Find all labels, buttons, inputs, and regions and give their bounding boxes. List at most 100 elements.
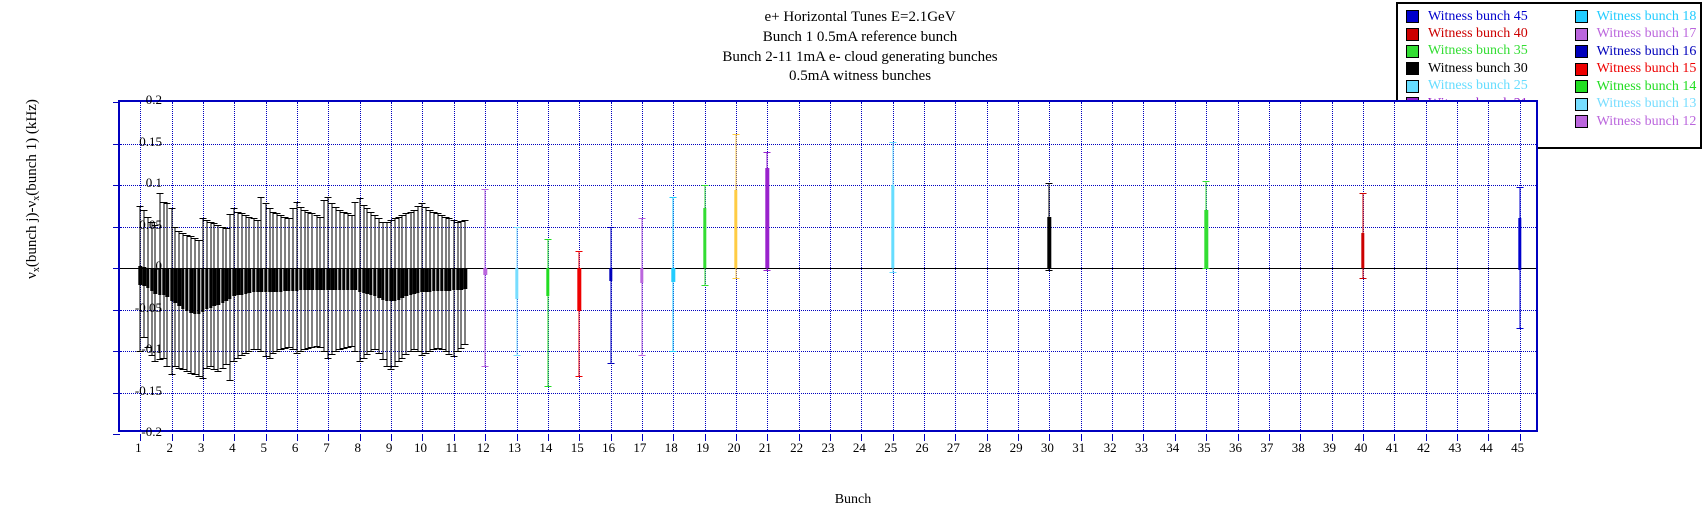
error-bar-cap-top [136,205,144,207]
y-axis-tick-label: -0.05 [134,299,162,315]
error-bar-cap-top [1202,180,1210,182]
error-bar-cap-top [638,218,646,220]
error-bar-whisker [547,238,549,386]
error-bar-cap-bottom [151,360,159,362]
gridline-vertical [1237,102,1239,430]
error-bar-box [1047,216,1052,268]
x-axis-tick-label: 31 [1072,440,1086,455]
error-bar-whisker [610,226,612,364]
title-line-1: e+ Horizontal Tunes E=2.1GeV [764,9,956,25]
legend-label: Witness bunch 14 [1596,78,1697,94]
x-axis-tick-label: 22 [790,440,804,455]
legend-swatch-icon [1574,115,1588,129]
x-axis-tick-label: 28 [978,440,992,455]
x-axis-tick-label: 32 [1103,440,1117,455]
error-bar-cap-top [360,204,368,206]
error-bar-box [1361,233,1365,268]
error-bar-cap-bottom [356,360,364,362]
legend-label: Witness bunch 18 [1596,8,1697,24]
legend-label: Witness bunch 40 [1428,26,1528,42]
error-bar-cap-bottom [422,352,430,354]
x-axis-tick-label: 40 [1354,440,1368,455]
error-bar-cap-top [607,226,615,228]
legend-entry[interactable]: Witness bunch 15 [1574,61,1700,79]
error-bar-box [514,268,519,299]
x-axis-tick-label: 45 [1511,440,1525,455]
legend-entry[interactable]: Witness bunch 12 [1574,113,1700,131]
gridline-vertical [955,102,957,430]
y-axis-tick-label: -0.15 [134,382,162,398]
x-axis-tick-label: 1 [135,440,142,455]
x-axis-tick-label: 7 [323,440,330,455]
gridline-vertical [1394,102,1396,430]
error-bar-cap-top [375,218,383,220]
x-axis-tick-label: 4 [229,440,236,455]
error-bar [460,219,470,346]
error-bar-cap-top [461,219,469,221]
error-bar-cap-top [297,206,305,208]
y-axis-tick-label: 0.15 [139,133,162,149]
x-axis-tick-label: 5 [260,440,268,455]
error-bar-cap-bottom [1202,267,1210,269]
error-bar-cap-bottom [168,374,176,376]
error-bar-cap-top [367,211,375,213]
gridline-vertical [1488,102,1490,430]
error-bar-cap-bottom [513,355,521,357]
error-bar-cap-bottom [1045,269,1053,271]
error-bar [1515,186,1525,329]
x-axis-tick-label: 26 [915,440,929,455]
error-bar-cap-bottom [277,349,285,351]
gridline-vertical [798,102,800,430]
error-bar-box [734,189,738,268]
error-bar-cap-bottom [245,350,253,352]
gridline-vertical [1300,102,1302,430]
legend-entry[interactable]: Witness bunch 25 [1406,78,1573,95]
error-bar-cap-bottom [301,349,309,351]
error-bar-cap-bottom [1359,277,1367,279]
error-bar-cap-bottom [391,365,399,367]
error-bar-cap-bottom [732,277,740,279]
error-bar-cap-bottom [669,350,677,352]
error-bar-box [463,267,467,289]
x-axis-tick-label: 27 [946,440,960,455]
legend-entry[interactable]: Witness bunch 13 [1574,96,1700,114]
error-bar [1358,193,1368,279]
error-bar-cap-top [140,209,148,211]
x-axis-tick-label: 14 [539,440,553,455]
error-bar-cap-bottom [199,377,207,379]
error-bar-cap-bottom [638,355,646,357]
x-axis-tick-label: 18 [664,440,678,455]
legend-entry[interactable]: Witness bunch 35 [1406,43,1573,60]
legend-entry[interactable]: Witness bunch 14 [1574,78,1700,96]
error-bar-cap-bottom [297,350,305,352]
legend-swatch-icon [1406,79,1419,93]
error-bar-cap-bottom [242,352,250,354]
legend-entry[interactable]: Witness bunch 45 [1406,8,1573,25]
legend-entry[interactable]: Witness bunch 40 [1406,25,1573,42]
x-axis-tick-label: 23 [821,440,835,455]
error-bar-cap-bottom [230,360,238,362]
gridline-vertical [1112,102,1114,430]
error-bar-cap-bottom [360,357,368,359]
legend-entry[interactable]: Witness bunch 16 [1574,43,1700,61]
error-bar-cap-top [669,197,677,199]
gridline-horizontal [120,392,1536,394]
error-bar-cap-top [324,197,332,199]
error-bar-cap-top [513,226,521,228]
error-bar-cap-top [1359,193,1367,195]
error-bar-cap-top [257,197,265,199]
legend-entry[interactable]: Witness bunch 30 [1406,60,1573,77]
gridline-vertical [1143,102,1145,430]
error-bar-box [671,267,675,283]
legend-entry[interactable]: Witness bunch 17 [1574,26,1700,44]
legend-entry[interactable]: Witness bunch 18 [1574,8,1700,26]
gridline-vertical [924,102,926,430]
error-bar-cap-bottom [457,347,465,349]
x-axis-tick-label: 16 [602,440,616,455]
x-axis-tick-label: 41 [1385,440,1399,455]
legend-label: Witness bunch 15 [1596,61,1697,77]
legend-label: Witness bunch 45 [1428,8,1528,24]
legend-swatch-icon [1574,62,1588,76]
error-bar-cap-top [332,206,340,208]
error-bar-cap-bottom [266,357,274,359]
